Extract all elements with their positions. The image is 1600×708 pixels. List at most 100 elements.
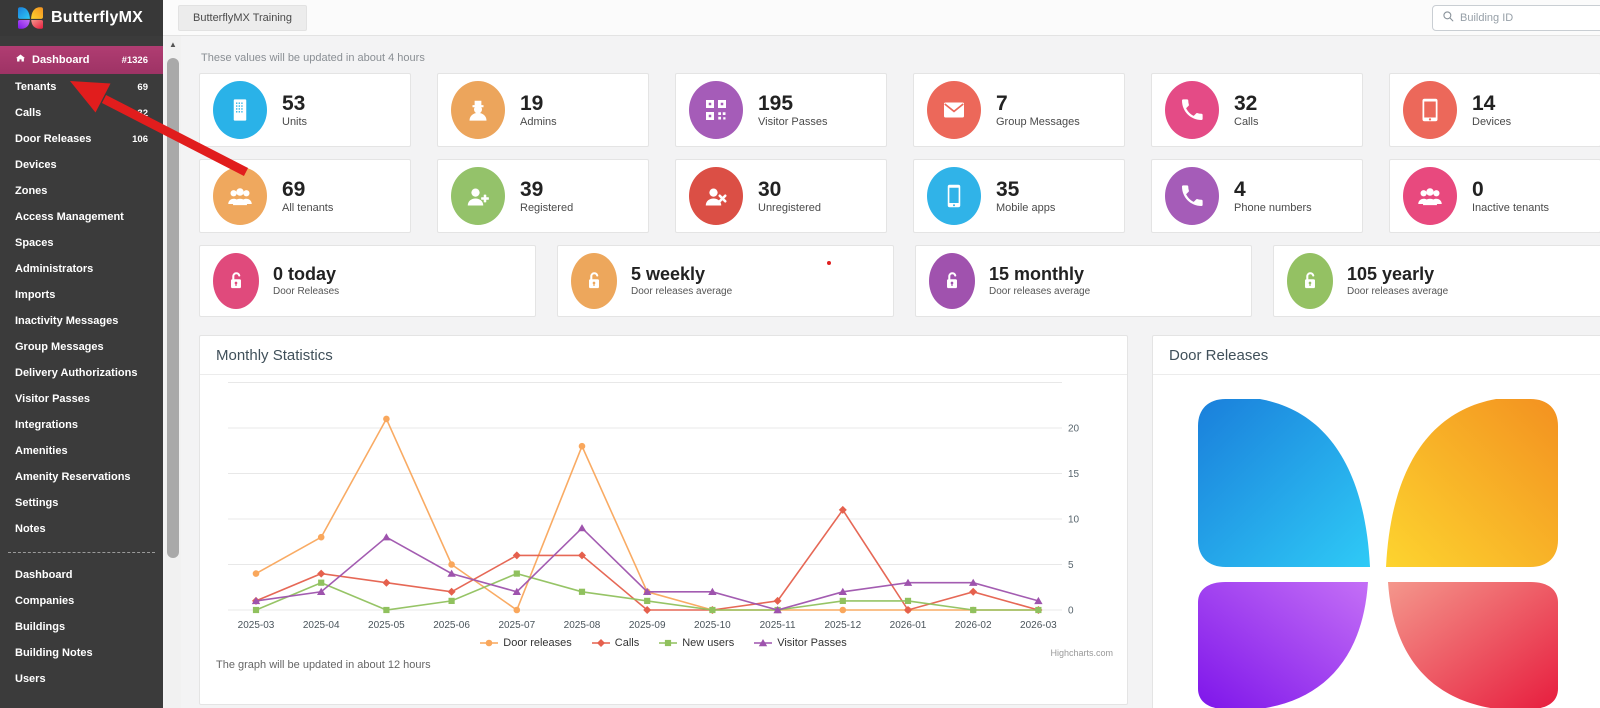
topbar: ButterflyMX Training [163, 0, 1600, 36]
svg-text:2025-10: 2025-10 [694, 620, 731, 631]
tablet-icon [1403, 81, 1457, 139]
stat-card-group-messages: 7 Group Messages [913, 73, 1125, 147]
brand-header: ButterflyMX [0, 0, 163, 36]
stat-label: Phone numbers [1234, 202, 1312, 214]
sidebar-nav: Dashboard #1326 Tenants 69 Calls 32 Door… [0, 36, 163, 692]
sidebar-item-badge: #1326 [122, 55, 148, 66]
svg-text:2025-06: 2025-06 [433, 620, 470, 631]
sidebar-item-dashboard-active[interactable]: Dashboard #1326 [0, 46, 163, 74]
stat-label: All tenants [282, 202, 333, 214]
svg-text:2025-05: 2025-05 [368, 620, 405, 631]
stat-card-admins: 19 Admins [437, 73, 649, 147]
sidebar-item-count: 32 [137, 108, 148, 119]
sidebar-item-amenities[interactable]: Amenities [0, 438, 163, 464]
scrollbar-thumb[interactable] [167, 58, 179, 558]
svg-text:20: 20 [1068, 424, 1080, 435]
chart-footer-note: The graph will be updated in about 12 ho… [216, 659, 1127, 671]
stat-value: 69 [282, 178, 333, 201]
svg-text:2026-03: 2026-03 [1020, 620, 1057, 631]
lock-open-icon [1287, 253, 1333, 309]
sidebar-item-label: Devices [15, 159, 57, 171]
scrollbar-up-arrow[interactable]: ▲ [165, 36, 181, 52]
sidebar-item-devices[interactable]: Devices [0, 152, 163, 178]
svg-text:2025-09: 2025-09 [629, 620, 666, 631]
sidebar-item-buildings-secondary[interactable]: Buildings [0, 614, 163, 640]
building-search [1432, 5, 1600, 31]
stat-label: Unregistered [758, 202, 821, 214]
svg-text:2025-04: 2025-04 [303, 620, 340, 631]
sidebar-item-label: Users [15, 673, 46, 685]
sidebar-item-integrations[interactable]: Integrations [0, 412, 163, 438]
sidebar-item-zones[interactable]: Zones [0, 178, 163, 204]
legend-item-door-releases[interactable]: Door releases [480, 637, 571, 649]
highcharts-credit[interactable]: Highcharts.com [1050, 648, 1113, 658]
sidebar-item-tenants[interactable]: Tenants 69 [0, 74, 163, 100]
monthly-statistics-card: Monthly Statistics 051015202025-032025-0… [199, 335, 1128, 705]
sidebar-item-label: Delivery Authorizations [15, 367, 137, 379]
stat-value: 195 [758, 92, 828, 115]
sidebar-item-building-notes-secondary[interactable]: Building Notes [0, 640, 163, 666]
door-card-door-releases-average: 15 monthly Door releases average [915, 245, 1252, 317]
stat-value: 35 [996, 178, 1055, 201]
sidebar-item-amenity-reservations[interactable]: Amenity Reservations [0, 464, 163, 490]
sidebar-item-label: Buildings [15, 621, 65, 633]
stat-card-registered: 39 Registered [437, 159, 649, 233]
sidebar-item-companies-secondary[interactable]: Companies [0, 588, 163, 614]
legend-item-new-users[interactable]: New users [659, 637, 734, 649]
stat-label: Visitor Passes [758, 116, 828, 128]
sidebar-divider [8, 552, 155, 553]
sidebar-item-label: Companies [15, 595, 74, 607]
group-icon [213, 167, 267, 225]
legend-item-visitor-passes[interactable]: Visitor Passes [754, 637, 847, 649]
sidebar-item-label: Tenants [15, 81, 56, 93]
sidebar-item-label: Dashboard [32, 54, 89, 66]
search-icon [1441, 9, 1455, 28]
home-icon [15, 53, 26, 67]
sidebar-item-door-releases[interactable]: Door Releases 106 [0, 126, 163, 152]
stat-cards-grid: 53 Units 19 Admins 195 Visitor Passes 7 … [199, 73, 1600, 233]
sidebar-item-notes[interactable]: Notes [0, 516, 163, 542]
sidebar-item-dashboard-secondary[interactable]: Dashboard [0, 562, 163, 588]
sidebar-item-label: Administrators [15, 263, 93, 275]
stat-value: 14 [1472, 92, 1511, 115]
door-card-door-releases-average: 5 weekly Door releases average [557, 245, 894, 317]
stat-label: Group Messages [996, 116, 1080, 128]
sidebar-item-label: Settings [15, 497, 58, 509]
stat-value: 19 [520, 92, 557, 115]
sidebar-item-label: Door Releases [15, 133, 91, 145]
door-value: 15 monthly [989, 265, 1090, 285]
sidebar-item-visitor-passes[interactable]: Visitor Passes [0, 386, 163, 412]
envelope-icon [927, 81, 981, 139]
sidebar-item-inactivity-messages[interactable]: Inactivity Messages [0, 308, 163, 334]
sidebar-item-spaces[interactable]: Spaces [0, 230, 163, 256]
person-plus-icon [451, 167, 505, 225]
legend-item-calls[interactable]: Calls [592, 637, 639, 649]
legend-label: New users [682, 637, 734, 649]
sidebar-item-delivery-authorizations[interactable]: Delivery Authorizations [0, 360, 163, 386]
brand-name: ButterflyMX [51, 9, 143, 27]
door-label: Door Releases [273, 286, 339, 297]
sidebar-item-settings[interactable]: Settings [0, 490, 163, 516]
stat-label: Devices [1472, 116, 1511, 128]
sidebar-item-calls[interactable]: Calls 32 [0, 100, 163, 126]
sidebar-item-label: Notes [15, 523, 46, 535]
building-tab[interactable]: ButterflyMX Training [178, 5, 307, 31]
smartphone-icon [927, 167, 981, 225]
svg-text:0: 0 [1068, 606, 1074, 617]
sidebar-item-label: Integrations [15, 419, 78, 431]
sidebar-item-access-management[interactable]: Access Management [0, 204, 163, 230]
door-value: 5 weekly [631, 265, 732, 285]
search-input[interactable] [1460, 12, 1570, 24]
admin-icon [451, 81, 505, 139]
monthly-statistics-chart: 051015202025-032025-042025-052025-062025… [200, 380, 1127, 636]
sidebar-item-administrators[interactable]: Administrators [0, 256, 163, 282]
sidebar-item-imports[interactable]: Imports [0, 282, 163, 308]
sidebar-item-group-messages[interactable]: Group Messages [0, 334, 163, 360]
sidebar-item-users-secondary[interactable]: Users [0, 666, 163, 692]
phone-icon [1165, 81, 1219, 139]
butterflymx-logo-icon [18, 7, 43, 29]
vertical-scrollbar[interactable]: ▲ [165, 36, 181, 708]
door-card-door-releases-average: 105 yearly Door releases average [1273, 245, 1600, 317]
door-value: 105 yearly [1347, 265, 1448, 285]
door-value: 0 today [273, 265, 339, 285]
